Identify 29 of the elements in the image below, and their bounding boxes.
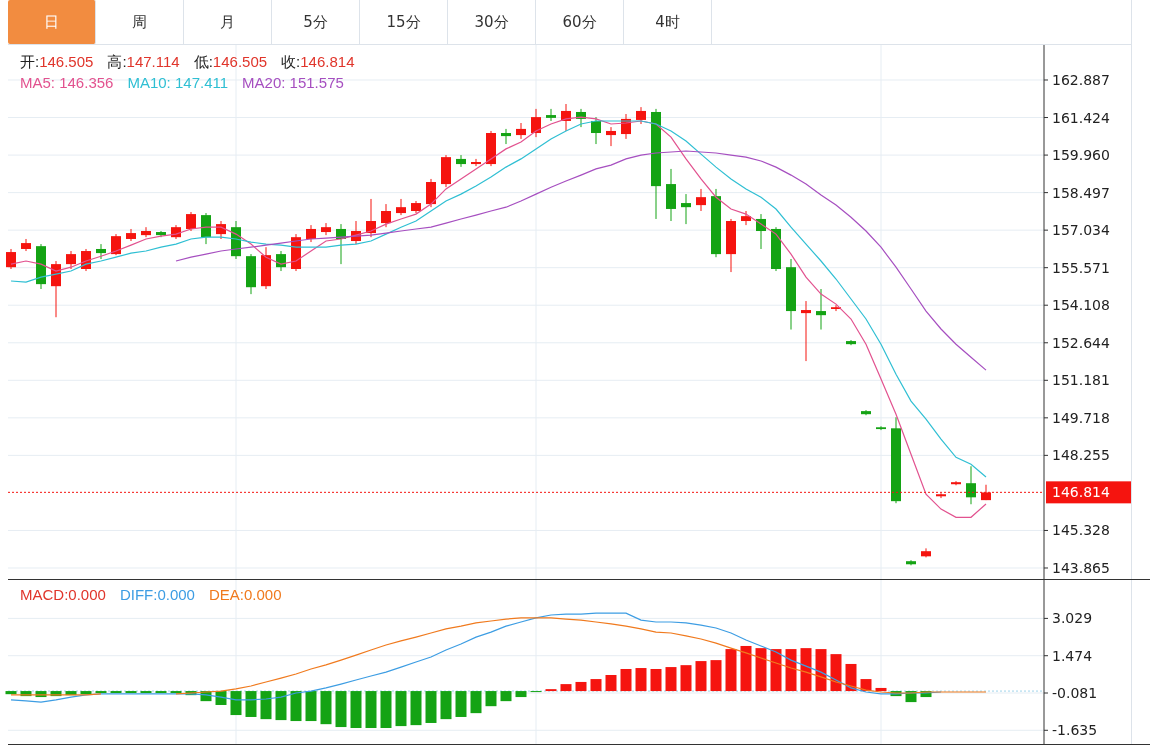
axis-label: 159.960 xyxy=(1052,147,1110,164)
legend-item: MA20: 151.575 xyxy=(242,74,344,91)
legend-item: 高:147.114 xyxy=(107,53,180,72)
legend-item: DIFF:0.000 xyxy=(119,586,195,603)
axis-label: 145.328 xyxy=(1052,522,1110,539)
axis-label: 157.034 xyxy=(1052,222,1110,239)
axis-label: 162.887 xyxy=(1052,72,1110,88)
axis-label: 152.644 xyxy=(1052,334,1110,351)
axis-label: 161.424 xyxy=(1052,109,1110,126)
legend-item: 低:146.505 xyxy=(193,53,268,72)
current-price-label: 146.814 xyxy=(1046,481,1131,504)
legend-item: DEA:0.000 xyxy=(208,586,282,603)
axis-label: 3.029 xyxy=(1052,610,1093,627)
legend-item: 开:146.505 xyxy=(20,53,94,72)
axis-label: -0.081 xyxy=(1052,685,1098,701)
axis-label: 151.181 xyxy=(1052,372,1110,389)
axis-label: -1.635 xyxy=(1052,722,1098,739)
legend-item: MA5: 146.356 xyxy=(20,74,114,91)
axis-label: 148.255 xyxy=(1052,447,1110,464)
axis-label: 143.865 xyxy=(1052,560,1110,576)
axis-label: 158.497 xyxy=(1052,184,1110,201)
ref-line-label: 146.814 xyxy=(1052,484,1110,501)
axis-label: 149.718 xyxy=(1052,409,1110,426)
axis-label: 154.108 xyxy=(1052,297,1110,314)
legend-item: MACD:0.000 xyxy=(20,586,106,603)
axis-label: 155.571 xyxy=(1052,259,1110,276)
axis-label: 1.474 xyxy=(1052,647,1093,664)
legend-item: MA10: 147.411 xyxy=(127,74,229,91)
legend-item: 收:146.814 xyxy=(281,53,355,72)
